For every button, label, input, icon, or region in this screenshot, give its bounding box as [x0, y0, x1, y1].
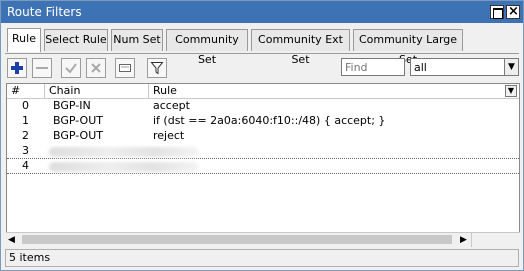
close-button[interactable]: ×	[506, 4, 520, 19]
row-number: 0	[22, 99, 29, 112]
add-button[interactable]	[7, 58, 27, 78]
table-row[interactable]: 3	[7, 144, 519, 159]
add-icon	[11, 62, 23, 74]
tab-rule[interactable]: Rule	[7, 28, 41, 52]
row-number: 4	[22, 159, 29, 172]
tab-num-set[interactable]: Num Set	[111, 29, 163, 51]
scrollbar-corner	[471, 233, 518, 247]
row-rule	[149, 144, 519, 159]
scroll-right-icon[interactable]: ▶	[460, 235, 467, 245]
row-number: 3	[22, 144, 29, 157]
route-filters-window: Route Filters × Rule Select Rule Num Set…	[0, 0, 524, 271]
row-chain: BGP-OUT	[53, 129, 103, 142]
enable-icon	[65, 63, 77, 74]
table-row[interactable]: 4	[7, 159, 519, 174]
restore-button[interactable]	[490, 5, 504, 19]
title-bar[interactable]: Route Filters ×	[1, 1, 523, 23]
table-row[interactable]: 0 BGP-IN accept	[7, 99, 519, 114]
scrollbar-thumb[interactable]	[22, 235, 452, 244]
table-row[interactable]: 2 BGP-OUT reject	[7, 129, 519, 144]
tab-select-rule[interactable]: Select Rule	[44, 29, 108, 51]
filter-select[interactable]: all ▼	[410, 58, 519, 76]
rules-table: # Chain Rule ▼ 0 BGP-IN accept 1 BGP-OUT…	[6, 83, 520, 246]
redacted-content	[49, 162, 199, 172]
tab-community-set[interactable]: Community Set	[166, 29, 248, 66]
row-rule: reject	[153, 129, 185, 142]
row-rule: accept	[153, 99, 190, 112]
remove-icon	[36, 67, 48, 69]
row-chain: BGP-OUT	[53, 114, 103, 127]
column-header-chain[interactable]: Chain	[45, 84, 149, 99]
horizontal-scrollbar[interactable]: ◀ ▶	[6, 232, 520, 247]
row-chain: BGP-IN	[53, 99, 91, 112]
row-number: 2	[22, 129, 29, 142]
tab-community-ext-set[interactable]: Community Ext Set	[251, 29, 350, 66]
column-header-rule[interactable]: Rule	[149, 84, 519, 99]
table-header: # Chain Rule ▼	[7, 84, 519, 99]
remove-button[interactable]	[32, 58, 52, 78]
close-icon: ×	[508, 4, 519, 19]
window-title: Route Filters	[7, 5, 82, 19]
column-header-num[interactable]: #	[7, 84, 45, 99]
disable-button[interactable]	[86, 58, 106, 78]
toolbar: all ▼	[5, 53, 519, 81]
scroll-left-icon[interactable]: ◀	[8, 235, 15, 245]
filter-select-value: all	[414, 61, 427, 74]
comment-icon	[119, 64, 131, 72]
row-rule	[149, 159, 519, 174]
tab-community-large-set[interactable]: Community Large Set	[353, 29, 463, 66]
row-number: 1	[22, 114, 29, 127]
row-rule: if (dst == 2a0a:6040:f10::/48) { accept;…	[153, 114, 386, 127]
table-row[interactable]: 1 BGP-OUT if (dst == 2a0a:6040:f10::/48)…	[7, 114, 519, 129]
disable-icon	[91, 63, 101, 73]
comment-button[interactable]	[115, 58, 135, 78]
redacted-content	[49, 147, 199, 157]
dropdown-arrow-icon[interactable]: ▼	[504, 59, 518, 75]
filter-icon	[150, 62, 164, 75]
find-input[interactable]	[341, 58, 405, 76]
item-count: 5 items	[9, 251, 51, 264]
enable-button[interactable]	[61, 58, 81, 78]
column-menu-icon[interactable]: ▼	[505, 85, 517, 97]
status-bar: 5 items	[5, 249, 519, 267]
filter-button[interactable]	[147, 58, 167, 78]
